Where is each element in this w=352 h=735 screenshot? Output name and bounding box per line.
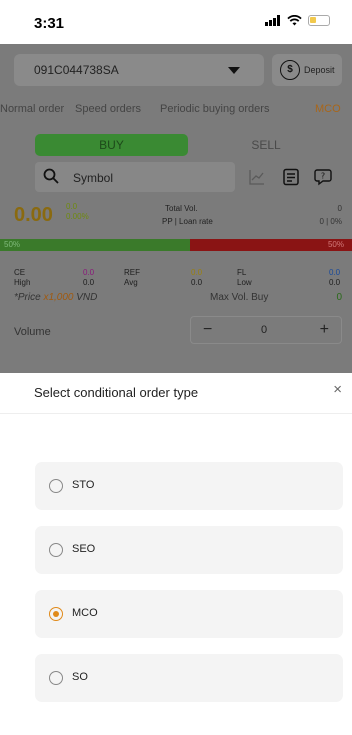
order-list-icon[interactable] xyxy=(282,168,300,186)
status-time: 3:31 xyxy=(34,15,65,32)
deposit-button[interactable]: $ Deposit xyxy=(272,54,342,86)
price-unit-note: *Price x1,000 VND xyxy=(14,292,97,303)
help-chat-icon[interactable]: ? xyxy=(314,168,332,186)
low-label: Low xyxy=(237,278,252,287)
tab-speed-orders[interactable]: Speed orders xyxy=(75,103,141,115)
search-icon xyxy=(43,168,59,184)
fl-value: 0.0 xyxy=(329,268,341,277)
symbol-placeholder: Symbol xyxy=(73,171,114,185)
option-mco-label: MCO xyxy=(72,607,98,619)
order-tabs: Normal order Speed orders Periodic buyin… xyxy=(0,100,352,120)
conditional-order-type-sheet: Select conditional order type × STO SEO … xyxy=(0,373,352,735)
symbol-search[interactable]: Symbol xyxy=(35,162,235,192)
purchasing-power-value: 0 | 0% xyxy=(319,217,342,226)
volume-input[interactable]: 0 xyxy=(261,324,267,336)
buy-sell-ratio-bar: 50% 50% xyxy=(0,239,352,251)
battery-icon xyxy=(308,15,330,26)
option-so[interactable]: SO xyxy=(35,654,343,702)
buy-sell-toggle: BUY SELL xyxy=(35,134,341,156)
order-screen-background: 091C044738SA $ Deposit Normal order Spee… xyxy=(0,44,352,374)
cellular-signal-icon xyxy=(265,15,280,26)
option-seo-label: SEO xyxy=(72,543,96,555)
price-note-prefix: *Price xyxy=(14,292,44,303)
ref-label: REF xyxy=(124,268,140,277)
price-change-percent: 0.00% xyxy=(66,212,89,221)
high-value: 0.0 xyxy=(83,278,95,287)
ce-label: CE xyxy=(14,268,26,277)
radio-sto[interactable] xyxy=(49,479,63,493)
radio-seo[interactable] xyxy=(49,543,63,557)
ce-value: 0.0 xyxy=(83,268,95,277)
buy-ratio-label: 50% xyxy=(4,240,21,249)
sell-tab[interactable]: SELL xyxy=(191,134,341,156)
volume-label: Volume xyxy=(14,326,51,338)
sheet-title: Select conditional order type xyxy=(34,385,199,400)
volume-stepper: − 0 + xyxy=(190,316,342,344)
caret-down-icon xyxy=(228,67,240,74)
low-value: 0.0 xyxy=(329,278,341,287)
sheet-divider xyxy=(0,413,352,414)
high-label: High xyxy=(14,278,31,287)
dollar-deposit-icon: $ xyxy=(280,60,300,80)
avg-label: Avg xyxy=(124,278,138,287)
max-vol-value: 0 xyxy=(336,292,342,303)
close-icon[interactable]: × xyxy=(333,381,342,398)
max-vol-label: Max Vol. Buy xyxy=(210,292,269,303)
deposit-label: Deposit xyxy=(304,65,335,75)
volume-decrement-button[interactable]: − xyxy=(203,321,212,339)
last-price: 0.00 xyxy=(14,204,53,226)
tab-mco[interactable]: MCO xyxy=(315,103,341,115)
buy-tab[interactable]: BUY xyxy=(35,134,188,156)
avg-value: 0.0 xyxy=(191,278,203,287)
buy-ratio-fill xyxy=(0,239,190,251)
option-seo[interactable]: SEO xyxy=(35,526,343,574)
price-note-suffix: VND xyxy=(73,292,98,303)
ref-value: 0.0 xyxy=(191,268,203,277)
wifi-icon xyxy=(287,15,302,26)
option-sto-label: STO xyxy=(72,479,95,491)
option-so-label: SO xyxy=(72,671,88,683)
status-icons xyxy=(265,15,330,26)
tab-normal-order[interactable]: Normal order xyxy=(0,103,64,115)
sell-ratio-label: 50% xyxy=(327,240,344,249)
tab-periodic-buying-orders[interactable]: Periodic buying orders xyxy=(160,103,269,115)
radio-so[interactable] xyxy=(49,671,63,685)
fl-label: FL xyxy=(237,268,247,277)
total-volume-label: Total Vol. xyxy=(165,204,198,213)
account-selector[interactable]: 091C044738SA xyxy=(14,54,264,86)
total-volume-value: 0 xyxy=(337,204,342,213)
account-number: 091C044738SA xyxy=(34,63,119,77)
price-note-multiplier: x1,000 xyxy=(43,292,74,303)
purchasing-power-label: PP | Loan rate xyxy=(162,217,213,226)
svg-text:?: ? xyxy=(321,172,325,181)
price-change: 0.0 xyxy=(66,202,78,211)
radio-mco-selected[interactable] xyxy=(49,607,63,621)
option-sto[interactable]: STO xyxy=(35,462,343,510)
chart-icon[interactable] xyxy=(248,168,266,186)
status-bar: 3:31 xyxy=(0,0,352,44)
option-mco[interactable]: MCO xyxy=(35,590,343,638)
volume-increment-button[interactable]: + xyxy=(320,321,329,339)
